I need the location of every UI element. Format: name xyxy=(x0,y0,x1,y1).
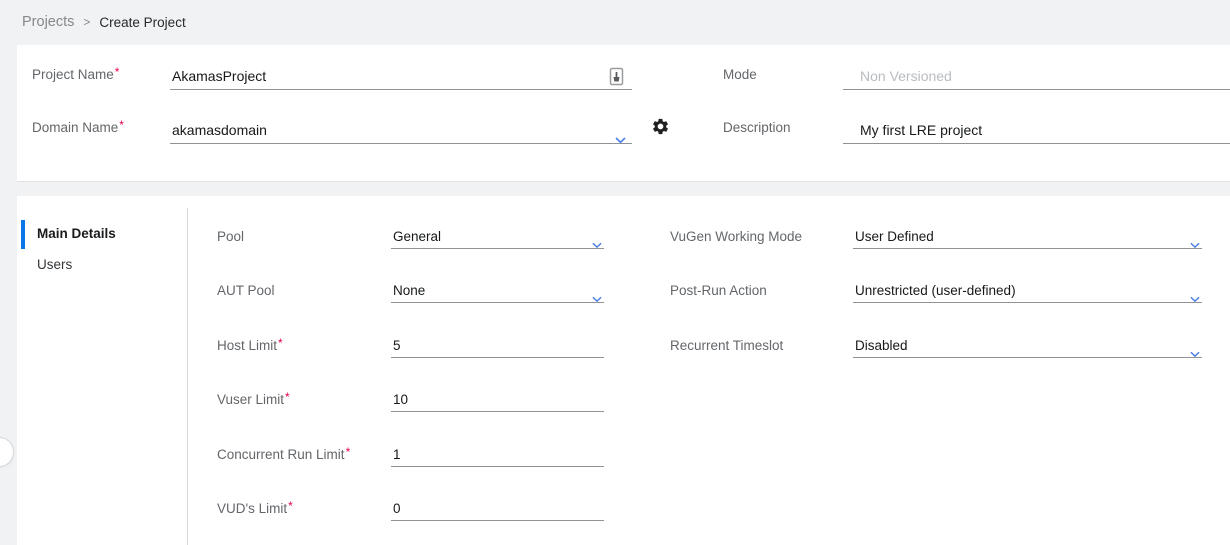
chevron-down-icon xyxy=(1190,342,1200,365)
vugen-working-mode-label-text: VuGen Working Mode xyxy=(670,229,802,244)
vuds-limit-label-text: VUD's Limit xyxy=(217,501,287,516)
required-mark: * xyxy=(346,445,351,459)
recurrent-timeslot-value: Disabled xyxy=(853,338,908,353)
recurrent-timeslot-select[interactable]: Disabled xyxy=(853,334,1202,358)
host-limit-input[interactable]: 5 xyxy=(391,334,604,358)
chevron-down-icon xyxy=(1190,233,1200,256)
vugen-working-mode-select[interactable]: User Defined xyxy=(853,225,1202,249)
domain-name-label: Domain Name* xyxy=(32,119,124,137)
breadcrumb-separator-icon: > xyxy=(83,15,90,29)
host-limit-label-text: Host Limit xyxy=(217,338,277,353)
breadcrumb-current: Create Project xyxy=(99,15,185,30)
project-name-value: AkamasProject xyxy=(170,68,266,84)
project-name-label-text: Project Name xyxy=(32,67,114,82)
host-limit-label: Host Limit* xyxy=(217,334,283,358)
breadcrumb: Projects > Create Project xyxy=(0,0,1230,44)
vuser-limit-value: 10 xyxy=(391,392,408,407)
aut-pool-value: None xyxy=(391,283,425,298)
domain-name-select[interactable]: akamasdomain xyxy=(170,118,632,144)
post-run-action-value: Unrestricted (user-defined) xyxy=(853,283,1016,298)
gear-icon xyxy=(651,117,670,136)
vuds-limit-input[interactable]: 0 xyxy=(391,497,604,521)
project-details-card: Main Details Users Pool General AUT Pool… xyxy=(17,196,1230,545)
recurrent-timeslot-label-text: Recurrent Timeslot xyxy=(670,338,783,353)
panel-collapse-handle[interactable] xyxy=(0,437,14,467)
pool-select[interactable]: General xyxy=(391,225,604,249)
vugen-working-mode-label: VuGen Working Mode xyxy=(670,225,802,249)
vuser-limit-label: Vuser Limit* xyxy=(217,388,290,412)
description-value: My first LRE project xyxy=(843,122,982,138)
vuds-limit-label: VUD's Limit* xyxy=(217,497,293,521)
concurrent-run-limit-label-text: Concurrent Run Limit xyxy=(217,447,345,462)
vuds-limit-value: 0 xyxy=(391,501,401,516)
vugen-working-mode-value: User Defined xyxy=(853,229,934,244)
host-limit-value: 5 xyxy=(391,338,401,353)
project-name-input[interactable]: AkamasProject xyxy=(170,64,632,90)
project-name-label: Project Name* xyxy=(32,66,119,84)
sidebar-divider xyxy=(187,208,188,545)
chevron-down-icon xyxy=(1190,287,1200,310)
mode-value: Non Versioned xyxy=(843,68,952,84)
pool-label-text: Pool xyxy=(217,229,244,244)
post-run-action-label-text: Post-Run Action xyxy=(670,283,767,298)
aut-pool-label-text: AUT Pool xyxy=(217,283,275,298)
active-tab-indicator xyxy=(21,220,25,249)
aut-pool-label: AUT Pool xyxy=(217,279,275,303)
description-label: Description xyxy=(723,119,791,136)
pool-label: Pool xyxy=(217,225,244,249)
required-mark: * xyxy=(288,499,293,513)
required-mark: * xyxy=(115,65,120,79)
chevron-down-icon xyxy=(592,287,602,310)
post-run-action-label: Post-Run Action xyxy=(670,279,767,303)
mode-label-text: Mode xyxy=(723,67,757,82)
vuser-limit-label-text: Vuser Limit xyxy=(217,392,284,407)
concurrent-run-limit-input[interactable]: 1 xyxy=(391,443,604,467)
chevron-down-icon xyxy=(592,233,602,256)
breadcrumb-link-projects[interactable]: Projects xyxy=(22,14,74,30)
pool-value: General xyxy=(391,229,441,244)
required-mark: * xyxy=(119,118,124,132)
domain-settings-button[interactable] xyxy=(651,117,671,137)
required-mark: * xyxy=(278,336,283,350)
recurrent-timeslot-label: Recurrent Timeslot xyxy=(670,334,783,358)
chevron-down-icon xyxy=(615,127,626,152)
project-properties-card: Project Name* AkamasProject Mode Non Ver… xyxy=(17,45,1230,182)
description-input[interactable]: My first LRE project xyxy=(843,118,1230,144)
tab-users[interactable]: Users xyxy=(37,257,72,272)
tab-main-details[interactable]: Main Details xyxy=(37,226,116,241)
domain-name-value: akamasdomain xyxy=(170,122,267,138)
description-label-text: Description xyxy=(723,120,791,135)
autofill-icon[interactable] xyxy=(609,67,624,86)
required-mark: * xyxy=(285,390,290,404)
vuser-limit-input[interactable]: 10 xyxy=(391,388,604,412)
concurrent-run-limit-value: 1 xyxy=(391,447,401,462)
aut-pool-select[interactable]: None xyxy=(391,279,604,303)
mode-field: Non Versioned xyxy=(843,64,1230,90)
concurrent-run-limit-label: Concurrent Run Limit* xyxy=(217,443,350,467)
mode-label: Mode xyxy=(723,66,757,83)
post-run-action-select[interactable]: Unrestricted (user-defined) xyxy=(853,279,1202,303)
domain-name-label-text: Domain Name xyxy=(32,120,118,135)
